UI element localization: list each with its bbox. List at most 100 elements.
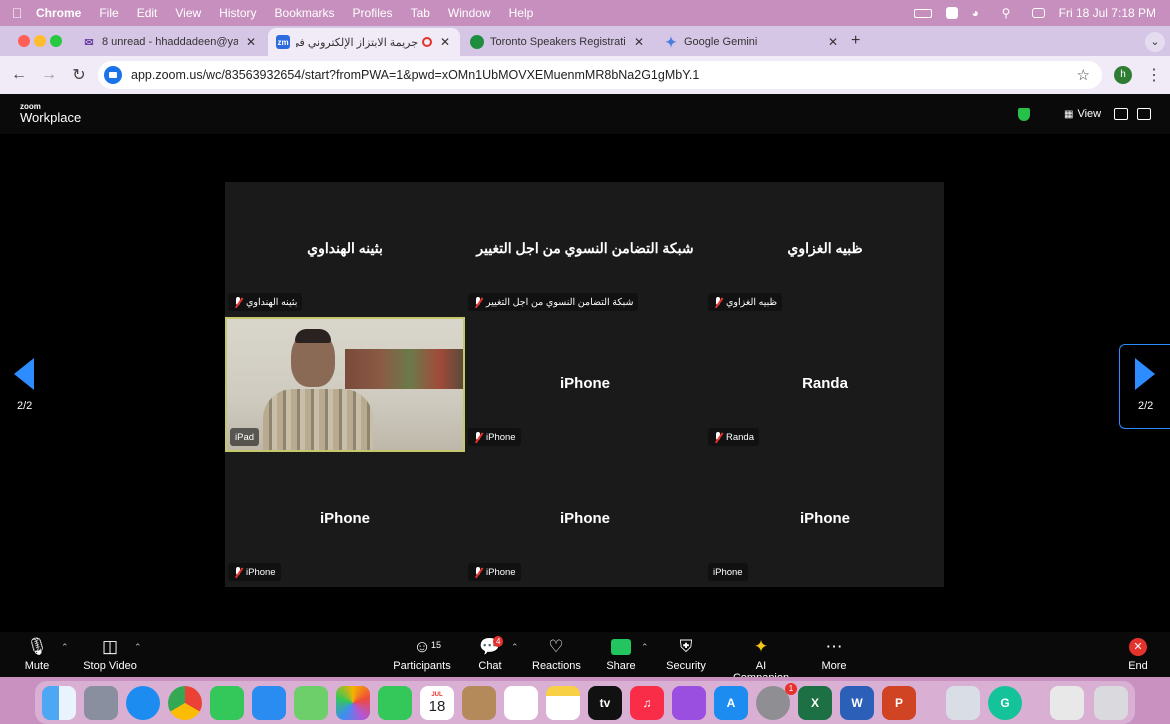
participant-tile[interactable]: iPhone iPhone — [465, 317, 705, 452]
launchpad-icon[interactable] — [84, 686, 118, 720]
audio-options-chevron-icon[interactable]: ⌃ — [61, 642, 69, 653]
participant-tile[interactable]: Randa Randa — [705, 317, 945, 452]
site-info-icon[interactable] — [104, 66, 122, 84]
menu-file[interactable]: File — [90, 6, 127, 20]
mute-button[interactable]: 🎙 Mute — [20, 634, 54, 672]
chrome-icon[interactable] — [168, 686, 202, 720]
excel-icon[interactable]: X — [798, 686, 832, 720]
reload-icon[interactable]: ↻ — [64, 65, 94, 85]
forward-icon[interactable]: → — [34, 66, 64, 84]
browser-tab-zoom[interactable]: zm جريمة الابتزاز الإلكتروني في القا ✕ — [268, 28, 460, 56]
stop-video-button[interactable]: ◫ Stop Video — [82, 634, 138, 672]
menu-bookmarks[interactable]: Bookmarks — [266, 6, 344, 20]
spotlight-search-icon[interactable]: ⚲ — [1002, 7, 1018, 19]
view-button[interactable]: ▦ View — [1064, 108, 1101, 120]
menu-history[interactable]: History — [210, 6, 265, 20]
messages-icon[interactable] — [210, 686, 244, 720]
menu-window[interactable]: Window — [439, 6, 500, 20]
bookmark-star-icon[interactable]: ☆ — [1077, 66, 1090, 84]
url-text[interactable]: app.zoom.us/wc/83563932654/start?fromPWA… — [131, 68, 699, 82]
contacts-icon[interactable] — [462, 686, 496, 720]
share-screen-icon — [611, 639, 631, 655]
calendar-icon[interactable]: JUL 18 — [420, 686, 454, 720]
finder-icon[interactable] — [42, 686, 76, 720]
trash-icon[interactable] — [1094, 686, 1128, 720]
tab-search-icon[interactable]: ⌄ — [1145, 32, 1165, 52]
participant-tile[interactable]: iPhone iPhone — [705, 452, 945, 587]
grammarly-icon[interactable]: G — [988, 686, 1022, 720]
address-bar[interactable]: app.zoom.us/wc/83563932654/start?fromPWA… — [98, 61, 1102, 89]
security-button[interactable]: ⛨ Security — [665, 634, 707, 672]
preview-icon[interactable] — [946, 686, 980, 720]
chat-options-chevron-icon[interactable]: ⌃ — [511, 642, 519, 653]
music-icon[interactable]: ♫ — [630, 686, 664, 720]
participant-display-name: iPhone — [799, 510, 850, 527]
participants-count: 15 — [431, 640, 442, 650]
close-tab-icon[interactable]: ✕ — [438, 35, 452, 49]
wifi-icon[interactable]: ◕ — [972, 7, 988, 19]
photos-icon[interactable] — [336, 686, 370, 720]
browser-tab-gemini[interactable]: ✦ Google Gemini ✕ — [656, 28, 848, 56]
more-button[interactable]: ⋯ More — [818, 634, 850, 672]
menu-edit[interactable]: Edit — [128, 6, 167, 20]
meeting-controls: 🎙 Mute ⌃ ◫ Stop Video ⌃ ☺ Participants 1… — [0, 632, 1170, 684]
input-source-icon[interactable] — [945, 7, 958, 19]
share-button[interactable]: Share — [606, 634, 636, 672]
browser-tab-mail[interactable]: ✉ 8 unread - hhaddadeen@yahoo ✕ — [74, 28, 266, 56]
new-tab-icon[interactable]: + — [851, 32, 860, 50]
safari-icon[interactable] — [126, 686, 160, 720]
more-dots-icon: ⋯ — [825, 637, 843, 656]
participant-tile[interactable]: بثينه الهنداوي بثينه الهنداوي — [225, 182, 465, 317]
video-options-chevron-icon[interactable]: ⌃ — [134, 642, 142, 653]
end-meeting-button[interactable]: ✕ End — [1124, 634, 1152, 672]
menu-help[interactable]: Help — [500, 6, 543, 20]
next-page-arrow-icon[interactable] — [1135, 358, 1155, 390]
reactions-button[interactable]: ♡ Reactions — [532, 634, 581, 672]
menu-tab[interactable]: Tab — [402, 6, 439, 20]
participant-display-name: iPhone — [559, 375, 610, 392]
participant-tile[interactable]: ظبيه الغزاوي ظبيه الغزاوي — [705, 182, 945, 317]
minimize-window-icon[interactable] — [34, 35, 46, 47]
mail-app-icon[interactable] — [252, 686, 286, 720]
close-window-icon[interactable] — [18, 35, 30, 47]
menu-view[interactable]: View — [166, 6, 210, 20]
participant-display-name: ظبيه الغزاوي — [787, 240, 863, 256]
app-store-icon[interactable]: A — [714, 686, 748, 720]
maximize-window-icon[interactable] — [50, 35, 62, 47]
menu-profiles[interactable]: Profiles — [344, 6, 402, 20]
menu-app-name[interactable]: Chrome — [34, 6, 90, 20]
close-tab-icon[interactable]: ✕ — [826, 35, 840, 49]
zoom-workplace-logo: Workplace — [20, 110, 82, 125]
previous-page-arrow-icon[interactable] — [14, 358, 34, 390]
menubar-clock[interactable]: Fri 18 Jul 7:18 PM — [1059, 6, 1156, 20]
picture-in-picture-icon[interactable] — [1114, 108, 1128, 120]
participant-tile[interactable]: شبكة التضامن النسوي من اجل التغيير شبكة … — [465, 182, 705, 317]
profile-avatar[interactable]: h — [1114, 66, 1132, 84]
apple-tv-icon[interactable]: tv — [588, 686, 622, 720]
close-tab-icon[interactable]: ✕ — [244, 35, 258, 49]
close-tab-icon[interactable]: ✕ — [632, 35, 646, 49]
share-options-chevron-icon[interactable]: ⌃ — [641, 642, 649, 653]
fullscreen-icon[interactable] — [1137, 108, 1151, 120]
encryption-shield-icon[interactable] — [1018, 108, 1030, 121]
facetime-icon[interactable] — [378, 686, 412, 720]
control-center-icon[interactable] — [1031, 8, 1045, 18]
participants-button[interactable]: ☺ Participants — [393, 634, 451, 672]
participant-tile[interactable]: iPhone iPhone — [225, 452, 465, 587]
maps-icon[interactable] — [294, 686, 328, 720]
word-icon[interactable]: W — [840, 686, 874, 720]
back-icon[interactable]: ← — [4, 66, 34, 84]
reminders-icon[interactable] — [504, 686, 538, 720]
chrome-apps-icon[interactable] — [1050, 686, 1084, 720]
powerpoint-icon[interactable]: P — [882, 686, 916, 720]
participants-label: Participants — [393, 660, 451, 672]
participant-display-name: iPhone — [319, 510, 370, 527]
notes-icon[interactable] — [546, 686, 580, 720]
battery-icon[interactable] — [913, 8, 932, 18]
browser-tab-forms[interactable]: Toronto Speakers Registration ✕ — [462, 28, 654, 56]
podcasts-icon[interactable] — [672, 686, 706, 720]
participant-video-tile[interactable]: iPad — [225, 317, 465, 452]
apple-menu-icon[interactable]:  — [0, 5, 34, 21]
chrome-menu-icon[interactable]: ⋮ — [1146, 65, 1162, 85]
participant-tile[interactable]: iPhone iPhone — [465, 452, 705, 587]
